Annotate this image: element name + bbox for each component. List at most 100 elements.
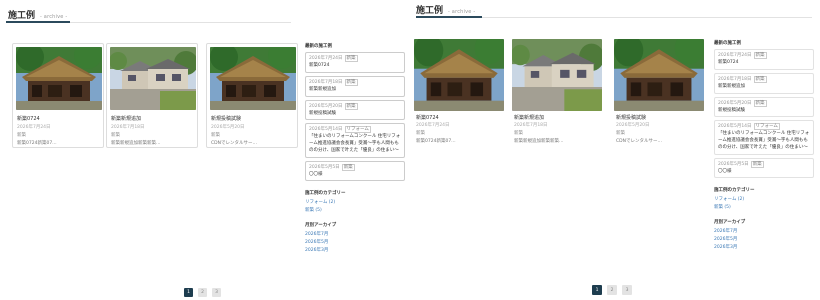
recent-item-title[interactable]: 新築0724 <box>309 63 401 70</box>
recent-item-title[interactable]: 新築新規追加 <box>309 87 401 94</box>
recent-item-date: 2026年7月18日 <box>309 79 343 85</box>
heading-accent-bar <box>416 16 482 18</box>
sidebar-recent-item[interactable]: 2026年5月20日 新築 新規投稿試験 <box>305 99 405 121</box>
page-heading: 施工例 - archive - <box>416 3 475 16</box>
page-button[interactable]: 3 <box>622 285 632 295</box>
sidebar-recent-item[interactable]: 2026年5月5日 新築 〇〇様 <box>714 157 814 179</box>
recent-item-title[interactable]: 新規投稿試験 <box>718 108 810 115</box>
page-heading: 施工例 - archive - <box>8 8 67 21</box>
category-link[interactable]: リフォーム (2) <box>714 196 814 202</box>
archive-page-narrow: 施工例 - archive - 新築0724 2026年7月24日 新築 新築0… <box>410 0 820 300</box>
recent-item-tag: 新築 <box>341 163 355 171</box>
work-card[interactable]: 新規投稿試験 2026年5月20日 新築 CDNでレンタルサー… <box>612 37 704 145</box>
category-link[interactable]: 新築 (5) <box>305 207 405 213</box>
work-card[interactable]: 新築0724 2026年7月24日 新築 新築0724新築07… <box>412 37 504 145</box>
work-card-category: 新築 <box>616 131 625 136</box>
house-thatched-image <box>210 47 296 110</box>
house-thatched-image <box>16 47 102 110</box>
work-card-excerpt: 新築新規追加新築新築… <box>111 141 161 146</box>
work-card-date: 2026年7月18日 <box>111 125 145 130</box>
sidebar-recent-item[interactable]: 2026年5月20日 新築 新規投稿試験 <box>714 96 814 118</box>
sidebar-archives: 月別アーカイブ 2026年7月 2026年5月 2026年3月 <box>714 219 814 250</box>
work-card-date: 2026年7月24日 <box>416 123 450 128</box>
recent-item-title[interactable]: 新規投稿試験 <box>309 111 401 118</box>
recent-item-title[interactable]: 〇〇様 <box>309 172 401 179</box>
recent-item-title[interactable]: 〇〇様 <box>718 169 810 176</box>
page-button[interactable]: 2 <box>198 288 207 297</box>
page-button[interactable]: 3 <box>212 288 221 297</box>
recent-item-title[interactable]: 新築0724 <box>718 60 810 67</box>
page-subtitle: - archive - <box>448 9 476 15</box>
recent-item-title[interactable]: 「住まいのリフォームコンクール 住宅リフォーム推進協議会会長賞」受賞～字も人間も… <box>718 131 810 151</box>
archive-link[interactable]: 2026年5月 <box>714 236 814 242</box>
work-card-title[interactable]: 新築0724 <box>416 114 439 121</box>
sidebar-recent-item[interactable]: 2026年5月5日 新築 〇〇様 <box>305 160 405 182</box>
sidebar-recent-item[interactable]: 2026年7月24日 新築 新築0724 <box>714 49 814 70</box>
sidebar: 最新の施工例 2026年7月24日 新築 新築0724 2026年7月18日 新築 … <box>305 43 405 255</box>
work-card-title[interactable]: 新築新規追加 <box>111 115 141 122</box>
sidebar: 最新の施工例 2026年7月24日 新築 新築0724 2026年7月18日 新築 … <box>714 40 814 252</box>
work-card-excerpt: 新築0724新築07… <box>416 139 456 144</box>
work-card-excerpt: 新築新規追加新築新築… <box>514 139 564 144</box>
work-card-category: 新築 <box>514 131 523 136</box>
work-card-date: 2026年7月24日 <box>17 125 51 130</box>
pagination: 1 2 3 <box>184 288 221 297</box>
work-card-excerpt: CDNでレンタルサー… <box>616 139 662 144</box>
archive-link[interactable]: 2026年3月 <box>714 244 814 250</box>
recent-item-tag: 新築 <box>753 52 767 59</box>
recent-item-date: 2026年5月20日 <box>309 103 343 109</box>
work-card-title[interactable]: 新築新規追加 <box>514 114 544 121</box>
house-modern-image <box>110 47 196 110</box>
heading-accent-bar <box>6 21 70 23</box>
work-card-excerpt: CDNでレンタルサー… <box>211 141 257 146</box>
archive-link[interactable]: 2026年3月 <box>305 247 405 253</box>
category-link[interactable]: リフォーム (2) <box>305 199 405 205</box>
sidebar-archive-heading: 月別アーカイブ <box>714 220 746 226</box>
sidebar-recent-item[interactable]: 2026年5月14日 リフォーム 「住まいのリフォームコンクール 住宅リフォーム推… <box>714 120 814 155</box>
page-button-current[interactable]: 1 <box>184 288 193 297</box>
work-card-image <box>414 39 504 111</box>
work-card[interactable]: 新規投稿試験 2026年5月20日 新築 CDNでレンタルサー… <box>206 43 298 148</box>
category-link[interactable]: 新築 (5) <box>714 204 814 210</box>
work-card-image <box>16 47 102 110</box>
recent-item-date: 2026年5月14日 <box>309 127 343 133</box>
recent-item-title[interactable]: 新築新規追加 <box>718 84 810 91</box>
page-button-current[interactable]: 1 <box>592 285 602 295</box>
recent-item-date: 2026年5月20日 <box>718 100 752 106</box>
sidebar-categories: 施工例のカテゴリー リフォーム (2) 新築 (5) <box>714 187 814 210</box>
work-card[interactable]: 新築新規追加 2026年7月18日 新築 新築新規追加新築新築… <box>510 37 602 145</box>
pagination: 1 2 3 <box>592 285 632 295</box>
work-card-image <box>614 39 704 111</box>
page-subtitle: - archive - <box>40 14 68 20</box>
archive-link[interactable]: 2026年7月 <box>305 231 405 237</box>
work-card-title[interactable]: 新規投稿試験 <box>211 115 241 122</box>
work-card-excerpt: 新築0724新築07… <box>17 141 57 146</box>
sidebar-recent-item[interactable]: 2026年5月14日 リフォーム 「住まいのリフォームコンクール 住宅リフォーム推… <box>305 123 405 158</box>
recent-item-tag: 新築 <box>344 102 358 110</box>
page-button[interactable]: 2 <box>607 285 617 295</box>
sidebar-recent-heading: 最新の施工例 <box>305 44 332 49</box>
work-card-date: 2026年5月20日 <box>616 123 650 128</box>
recent-item-tag: リフォーム <box>344 126 371 134</box>
work-card-title[interactable]: 新築0724 <box>17 115 40 122</box>
recent-item-title[interactable]: 「住まいのリフォームコンクール 住宅リフォーム推進協議会会長賞」受賞～字も人間も… <box>309 134 401 154</box>
recent-item-tag: 新築 <box>344 55 358 62</box>
recent-item-tag: 新築 <box>344 78 358 86</box>
sidebar-recent-item[interactable]: 2026年7月24日 新築 新築0724 <box>305 52 405 73</box>
page-title: 施工例 <box>8 11 36 21</box>
archive-page-desktop: 施工例 - archive - 新築0724 2026年7月24日 新築 新築0… <box>0 0 410 300</box>
work-card-category: 新築 <box>211 133 220 138</box>
house-thatched-image <box>414 39 504 111</box>
work-card[interactable]: 新築0724 2026年7月24日 新築 新築0724新築07… <box>12 43 104 148</box>
archive-link[interactable]: 2026年5月 <box>305 239 405 245</box>
recent-item-date: 2026年5月5日 <box>718 161 749 167</box>
work-card-title[interactable]: 新規投稿試験 <box>616 114 646 121</box>
work-card-date: 2026年5月20日 <box>211 125 245 130</box>
archive-link[interactable]: 2026年7月 <box>714 228 814 234</box>
work-card[interactable]: 新築新規追加 2026年7月18日 新築 新築新規追加新築新築… <box>106 43 198 148</box>
sidebar-categories: 施工例のカテゴリー リフォーム (2) 新築 (5) <box>305 190 405 213</box>
sidebar-recent-item[interactable]: 2026年7月18日 新築 新築新規追加 <box>305 75 405 97</box>
sidebar-archive-heading: 月別アーカイブ <box>305 223 337 229</box>
recent-item-date: 2026年5月14日 <box>718 124 752 130</box>
sidebar-recent-item[interactable]: 2026年7月18日 新築 新築新規追加 <box>714 72 814 94</box>
